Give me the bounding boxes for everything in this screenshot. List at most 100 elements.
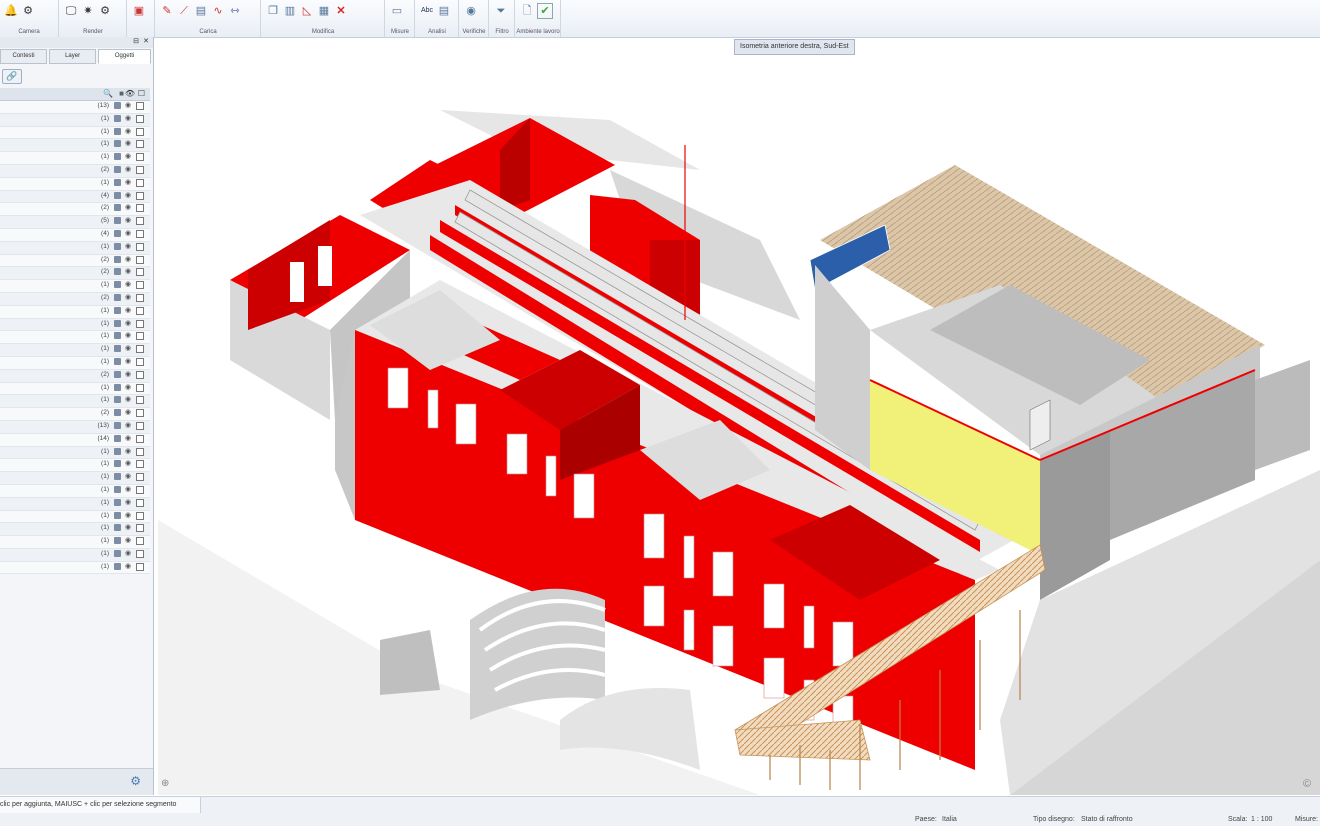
object-row[interactable]: (1) ◉	[0, 113, 150, 127]
row-checkbox[interactable]	[136, 447, 144, 456]
object-row[interactable]: (14) ◉	[0, 433, 150, 447]
object-row[interactable]: (1) ◉	[0, 446, 150, 460]
lock-toggle-icon[interactable]	[114, 281, 121, 289]
visibility-toggle-icon[interactable]: ◉	[125, 179, 132, 186]
object-row[interactable]: (1) ◉	[0, 305, 150, 319]
object-row[interactable]: (1) ◉	[0, 126, 150, 140]
row-checkbox[interactable]	[136, 127, 144, 136]
lock-toggle-icon[interactable]	[114, 319, 121, 327]
lock-toggle-icon[interactable]	[114, 268, 121, 276]
lock-toggle-icon[interactable]	[114, 127, 121, 135]
visibility-toggle-icon[interactable]: ◉	[125, 332, 132, 339]
row-checkbox[interactable]	[136, 332, 144, 341]
people-icon[interactable]: ⚙	[21, 4, 35, 18]
visibility-toggle-icon[interactable]: ◉	[125, 217, 132, 224]
object-row[interactable]: (1) ◉	[0, 344, 150, 357]
object-row[interactable]: (13) ◉	[0, 101, 150, 114]
stack-icon[interactable]: ▤	[194, 4, 208, 18]
lock-toggle-icon[interactable]	[114, 332, 121, 340]
visibility-toggle-icon[interactable]: ◉	[125, 512, 132, 519]
object-row[interactable]: (4) ◉	[0, 228, 150, 242]
object-row[interactable]: (1) ◉	[0, 561, 150, 575]
pin-panel-icon[interactable]: ⊟	[133, 37, 139, 45]
row-checkbox[interactable]	[136, 524, 144, 533]
row-checkbox[interactable]	[136, 102, 144, 110]
row-checkbox[interactable]	[136, 293, 144, 302]
lock-icon[interactable]: ■	[119, 89, 124, 98]
tipo-disegno-value[interactable]: Stato di raffronto	[1081, 816, 1133, 823]
row-checkbox[interactable]	[136, 178, 144, 187]
lock-toggle-icon[interactable]	[114, 345, 121, 353]
row-checkbox[interactable]	[136, 255, 144, 264]
object-row[interactable]: (1) ◉	[0, 510, 150, 524]
lock-toggle-icon[interactable]	[114, 229, 121, 237]
visibility-toggle-icon[interactable]: ◉	[125, 499, 132, 506]
dimension-icon[interactable]: ⇿	[228, 4, 242, 18]
visibility-toggle-icon[interactable]: ◉	[125, 422, 132, 429]
lock-toggle-icon[interactable]	[114, 357, 121, 365]
visibility-toggle-icon[interactable]: ◉	[125, 563, 132, 570]
lock-toggle-icon[interactable]	[114, 383, 121, 391]
row-checkbox[interactable]	[136, 511, 144, 520]
visibility-toggle-icon[interactable]: ◉	[125, 396, 132, 403]
row-checkbox[interactable]	[136, 434, 144, 443]
object-row[interactable]: (1) ◉	[0, 177, 150, 191]
object-row[interactable]: (1) ◉	[0, 280, 150, 293]
visibility-toggle-icon[interactable]: ◉	[125, 409, 132, 416]
visibility-toggle-icon[interactable]: ◉	[125, 473, 132, 480]
wave-icon[interactable]: ∿	[211, 4, 225, 18]
row-checkbox[interactable]	[136, 473, 144, 482]
row-checkbox[interactable]	[136, 357, 144, 366]
pipe-icon[interactable]: ⟋	[177, 4, 191, 18]
3d-viewport[interactable]	[156, 38, 1320, 795]
lock-toggle-icon[interactable]	[114, 165, 121, 173]
text-icon[interactable]: Abc	[420, 4, 434, 18]
row-checkbox[interactable]	[136, 229, 144, 238]
object-row[interactable]: (13) ◉	[0, 420, 150, 434]
lock-toggle-icon[interactable]	[114, 396, 121, 404]
object-row[interactable]: (1) ◉	[0, 548, 150, 562]
lock-toggle-icon[interactable]	[114, 498, 121, 506]
navigation-icon[interactable]: ⊕	[161, 778, 169, 789]
object-row[interactable]: (1) ◉	[0, 536, 150, 549]
object-row[interactable]: (1) ◉	[0, 152, 150, 165]
row-checkbox[interactable]	[136, 165, 144, 174]
row-checkbox[interactable]	[136, 268, 144, 277]
table-icon[interactable]: ▤	[437, 4, 451, 18]
object-row[interactable]: (1) ◉	[0, 523, 150, 537]
object-row[interactable]: (1) ◉	[0, 472, 150, 485]
visibility-toggle-icon[interactable]: ◉	[125, 486, 132, 493]
visibility-toggle-icon[interactable]: ◉	[125, 128, 132, 135]
lock-toggle-icon[interactable]	[114, 191, 121, 199]
pencil-icon[interactable]: ✎	[160, 4, 174, 18]
lock-toggle-icon[interactable]	[114, 562, 121, 570]
object-row[interactable]: (1) ◉	[0, 484, 150, 498]
object-row[interactable]: (2) ◉	[0, 292, 150, 306]
visibility-toggle-icon[interactable]: ◉	[125, 384, 132, 391]
object-row[interactable]: (2) ◉	[0, 254, 150, 268]
visibility-toggle-icon[interactable]: ◉	[125, 294, 132, 301]
row-checkbox[interactable]	[136, 281, 144, 290]
object-row[interactable]: (2) ◉	[0, 203, 150, 217]
lock-toggle-icon[interactable]	[114, 549, 121, 557]
object-row[interactable]: (1) ◉	[0, 241, 150, 255]
visibility-toggle-icon[interactable]: ◉	[125, 166, 132, 173]
object-row[interactable]: (1) ◉	[0, 356, 150, 370]
row-checkbox[interactable]	[136, 191, 144, 200]
sun-icon[interactable]: ✷	[81, 4, 95, 18]
lock-toggle-icon[interactable]	[114, 460, 121, 468]
object-row[interactable]: (1) ◉	[0, 382, 150, 396]
row-checkbox[interactable]	[136, 537, 144, 546]
visibility-toggle-icon[interactable]: ◉	[125, 524, 132, 531]
object-row[interactable]: (1) ◉	[0, 459, 150, 473]
row-checkbox[interactable]	[136, 345, 144, 354]
object-row[interactable]: (2) ◉	[0, 408, 150, 421]
row-checkbox[interactable]	[136, 217, 144, 226]
row-checkbox[interactable]	[136, 409, 144, 418]
link-objects-button[interactable]: 🔗	[2, 69, 22, 84]
close-icon[interactable]: ✕	[143, 37, 149, 45]
row-checkbox[interactable]	[136, 140, 144, 149]
lock-toggle-icon[interactable]	[114, 153, 121, 161]
pin-icon[interactable]: ◉	[464, 4, 478, 18]
object-row[interactable]: (1) ◉	[0, 395, 150, 409]
